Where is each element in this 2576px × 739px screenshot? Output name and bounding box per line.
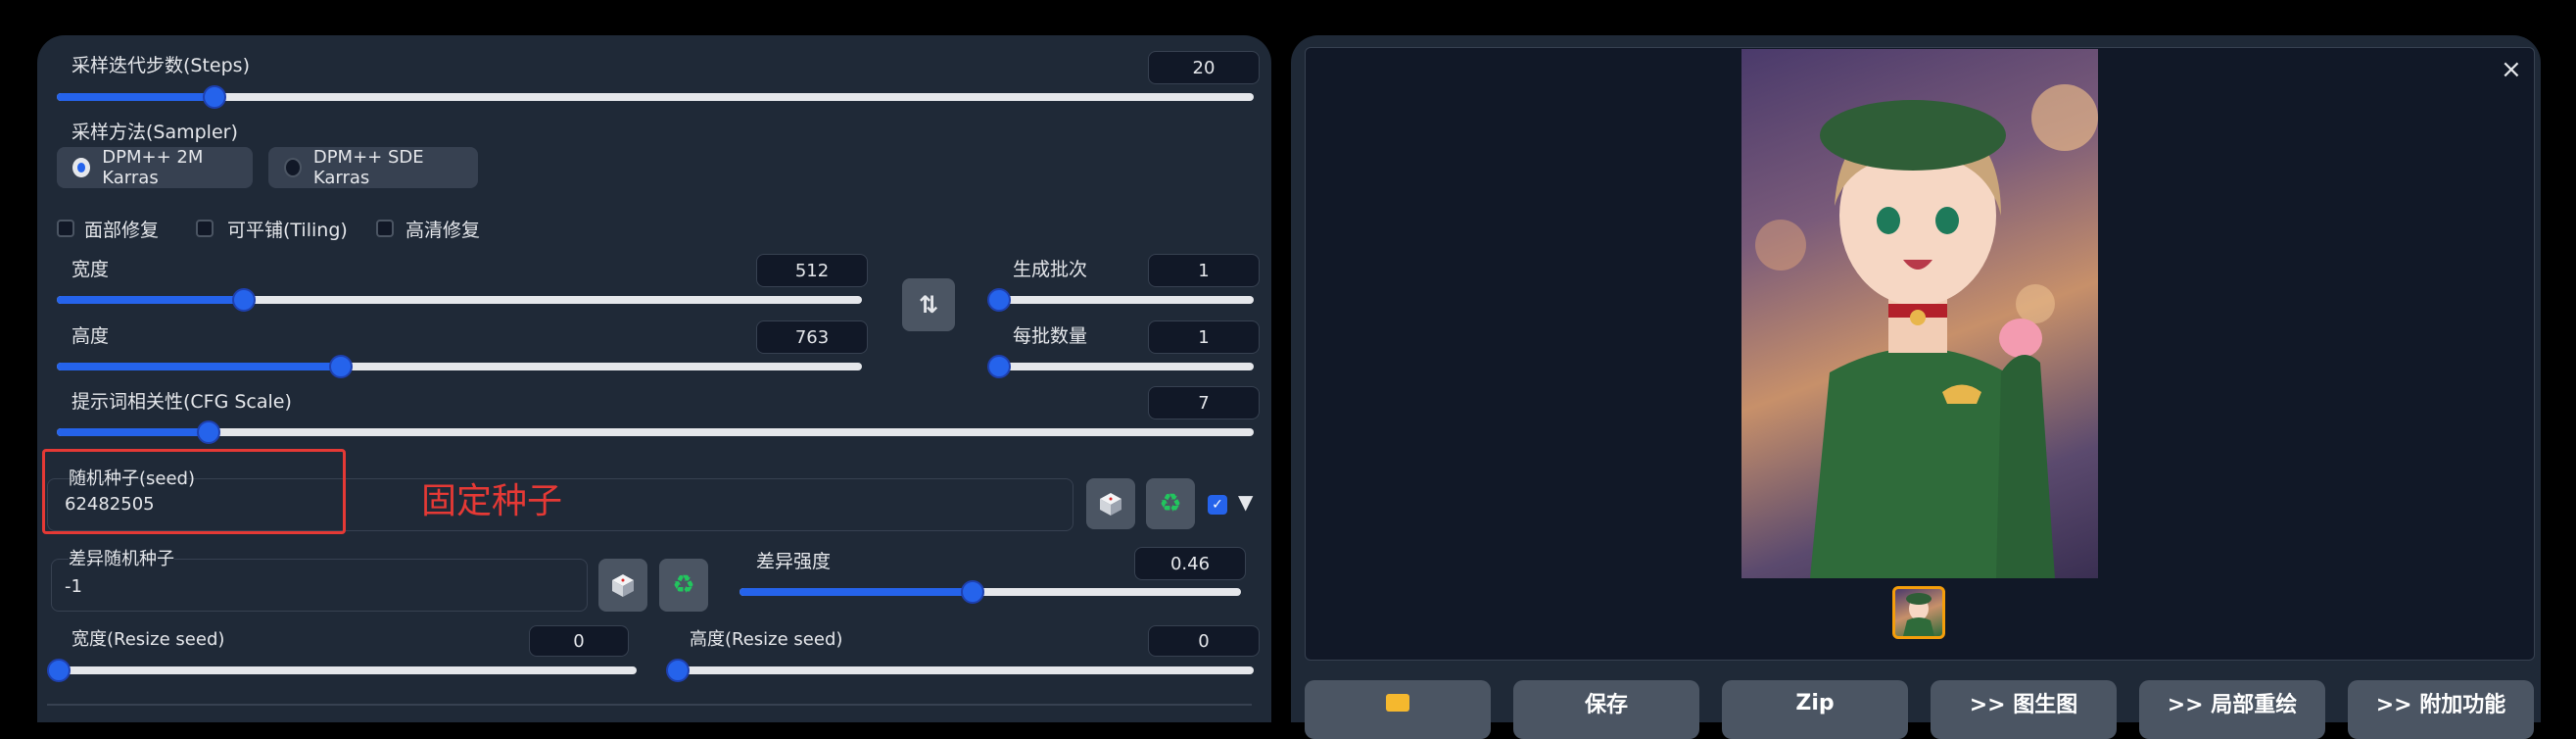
anime-girl-illustration xyxy=(1755,84,2098,578)
width-slider[interactable] xyxy=(57,288,862,312)
height-label: 高度 xyxy=(72,325,110,347)
thumbnail-selected[interactable] xyxy=(1892,586,1945,639)
resize-height-input[interactable]: 0 xyxy=(1148,625,1260,657)
recycle-icon: ♻ xyxy=(1159,489,1182,518)
sampler-option-label: DPM++ SDE Karras xyxy=(312,147,424,188)
sampler-option-dpmsde[interactable]: DPM++ SDE Karras xyxy=(268,147,478,188)
steps-label: 采样迭代步数(Steps) xyxy=(72,55,250,76)
sampler-option-label: DPM++ 2M Karras xyxy=(102,147,204,188)
resize-height-slider[interactable] xyxy=(666,659,1254,682)
variation-strength-slider[interactable] xyxy=(739,580,1241,604)
save-button[interactable]: 保存 xyxy=(1513,680,1699,739)
dice-icon xyxy=(612,574,634,597)
resize-height-label: 高度(Resize seed) xyxy=(690,629,843,650)
width-input[interactable]: 512 xyxy=(756,254,868,287)
zip-button[interactable]: Zip xyxy=(1722,680,1908,739)
cfg-input[interactable]: 7 xyxy=(1148,386,1260,419)
face-restore-checkbox[interactable] xyxy=(57,220,74,237)
hires-fix-label: 高清修复 xyxy=(405,220,481,241)
dice-icon xyxy=(1100,493,1121,516)
resize-width-slider[interactable] xyxy=(47,659,637,682)
thumbnail-image xyxy=(1903,593,1934,636)
open-folder-button[interactable] xyxy=(1305,680,1491,739)
variation-seed-value: -1 xyxy=(65,576,82,597)
swap-icon: ⇅ xyxy=(918,291,939,319)
expand-triangle-icon[interactable]: ▼ xyxy=(1238,490,1253,514)
reuse-seed-button[interactable]: ♻ xyxy=(1146,478,1195,529)
inpaint-button-label: >> 局部重绘 xyxy=(2167,693,2298,717)
send-to-inpaint-button[interactable]: >> 局部重绘 xyxy=(2139,680,2325,739)
extras-button-label: >> 附加功能 xyxy=(2375,693,2506,717)
batch-size-label: 每批数量 xyxy=(1013,325,1088,347)
radio-unselected-icon xyxy=(284,158,302,177)
zip-button-label: Zip xyxy=(1795,690,1835,715)
steps-input[interactable]: 20 xyxy=(1148,51,1260,84)
save-button-label: 保存 xyxy=(1584,693,1628,717)
close-icon[interactable]: × xyxy=(2501,55,2522,84)
variation-random-button[interactable] xyxy=(598,559,647,612)
batch-size-input[interactable]: 1 xyxy=(1148,320,1260,354)
cfg-label: 提示词相关性(CFG Scale) xyxy=(72,391,292,413)
resize-width-label: 宽度(Resize seed) xyxy=(72,629,225,650)
seed-label: 随机种子(seed) xyxy=(69,468,195,489)
sampler-label: 采样方法(Sampler) xyxy=(72,122,238,143)
recycle-icon: ♻ xyxy=(672,570,695,600)
variation-seed-label: 差异随机种子 xyxy=(69,545,174,570)
send-to-img2img-button[interactable]: >> 图生图 xyxy=(1931,680,2117,739)
tiling-checkbox[interactable] xyxy=(196,220,214,237)
batch-size-slider[interactable] xyxy=(987,355,1254,378)
img2img-button-label: >> 图生图 xyxy=(1969,693,2078,717)
width-label: 宽度 xyxy=(72,259,110,280)
seed-highlight-box xyxy=(42,449,346,534)
random-seed-button[interactable] xyxy=(1086,478,1135,529)
batch-count-input[interactable]: 1 xyxy=(1148,254,1260,287)
resize-width-input[interactable]: 0 xyxy=(529,625,629,657)
batch-count-label: 生成批次 xyxy=(1013,259,1088,280)
variation-strength-input[interactable]: 0.46 xyxy=(1134,547,1246,580)
variation-reuse-button[interactable]: ♻ xyxy=(659,559,708,612)
tiling-label: 可平铺(Tiling) xyxy=(227,220,348,241)
seed-value: 62482505 xyxy=(65,494,155,515)
cfg-slider[interactable] xyxy=(57,420,1254,444)
sampler-option-dpm2m[interactable]: DPM++ 2M Karras xyxy=(57,147,253,188)
section-divider xyxy=(47,704,1252,706)
seed-annotation: 固定种子 xyxy=(421,481,563,521)
steps-slider[interactable] xyxy=(57,85,1254,109)
send-to-extras-button[interactable]: >> 附加功能 xyxy=(2348,680,2534,739)
generated-image[interactable] xyxy=(1741,49,2098,578)
hires-fix-checkbox[interactable] xyxy=(376,220,394,237)
folder-icon xyxy=(1386,694,1409,712)
height-slider[interactable] xyxy=(57,355,862,378)
extra-seed-checkbox[interactable]: ✓ xyxy=(1208,495,1227,515)
face-restore-label: 面部修复 xyxy=(84,220,160,241)
radio-selected-icon xyxy=(72,158,91,177)
height-input[interactable]: 763 xyxy=(756,320,868,354)
variation-strength-label: 差异强度 xyxy=(756,551,832,572)
batch-count-slider[interactable] xyxy=(987,288,1254,312)
swap-dimensions-button[interactable]: ⇅ xyxy=(902,278,955,331)
